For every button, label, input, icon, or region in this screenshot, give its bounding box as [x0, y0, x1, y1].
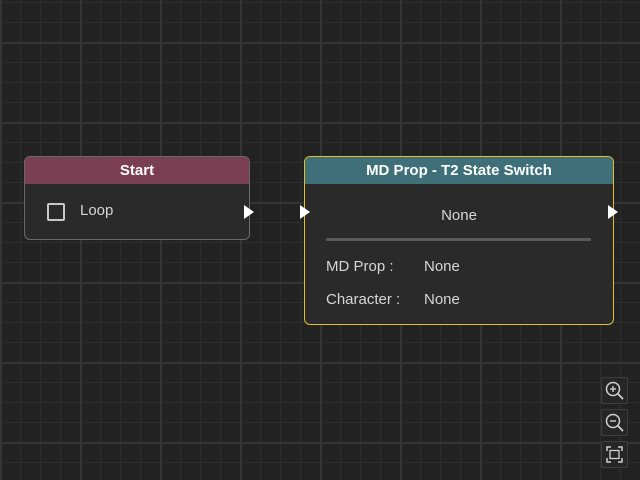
character-field-label: Character : [326, 291, 401, 308]
loop-checkbox[interactable] [47, 203, 65, 221]
md-prop-output-port[interactable] [608, 205, 618, 219]
md-prop-input-port[interactable] [300, 205, 310, 219]
start-node-title[interactable]: Start [25, 157, 249, 184]
zoom-in-icon [605, 381, 624, 400]
state-value[interactable]: None [305, 207, 613, 224]
zoom-out-icon [605, 413, 624, 432]
md-prop-node-title[interactable]: MD Prop - T2 State Switch [305, 157, 613, 184]
zoom-in-button[interactable] [601, 377, 628, 404]
node-graph-canvas[interactable]: Start Loop MD Prop - T2 State Switch Non… [0, 0, 640, 480]
fit-view-icon [606, 446, 623, 463]
fit-view-button[interactable] [601, 441, 628, 468]
zoom-out-button[interactable] [601, 409, 628, 436]
character-field-value[interactable]: None [424, 291, 460, 308]
start-node[interactable]: Start Loop [24, 156, 250, 240]
divider [326, 238, 591, 241]
loop-label: Loop [80, 202, 114, 219]
md-prop-field-value[interactable]: None [424, 258, 460, 275]
start-output-port[interactable] [244, 205, 254, 219]
md-prop-field-label: MD Prop : [326, 258, 394, 275]
md-prop-node[interactable]: MD Prop - T2 State Switch None MD Prop :… [304, 156, 614, 325]
